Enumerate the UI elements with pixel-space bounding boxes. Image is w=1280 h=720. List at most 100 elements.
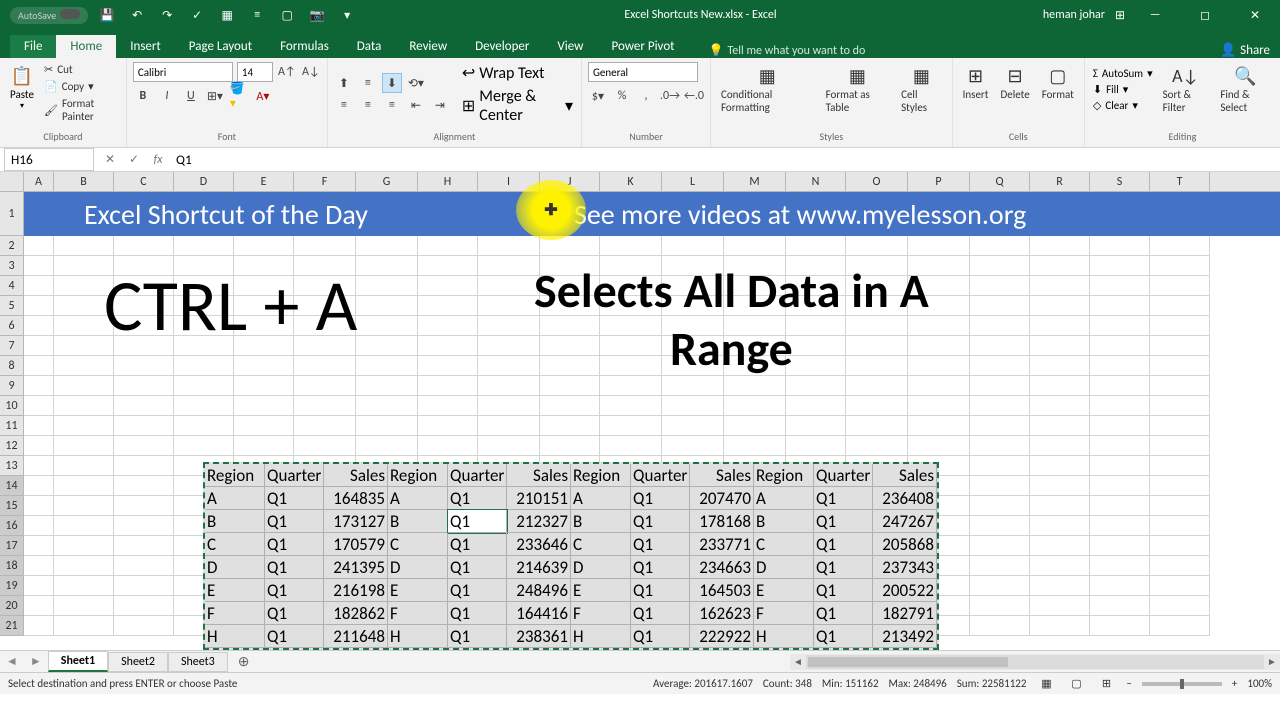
row-header[interactable]: 13 (0, 456, 24, 476)
scroll-thumb[interactable] (808, 657, 1008, 667)
redo-icon[interactable]: ↷ (160, 8, 174, 22)
tab-formulas[interactable]: Formulas (266, 35, 343, 58)
col-header[interactable]: T (1150, 172, 1210, 192)
cells[interactable]: Excel Shortcut of the Day See more video… (24, 192, 1280, 650)
row-header[interactable]: 21 (0, 616, 24, 636)
comma-icon[interactable]: , (636, 86, 656, 106)
data-table-selection[interactable]: RegionQuarterSalesRegionQuarterSalesRegi… (203, 462, 939, 650)
row-header[interactable]: 12 (0, 436, 24, 456)
row-header[interactable]: 16 (0, 516, 24, 536)
sheet-nav-next[interactable]: ► (24, 654, 48, 669)
row-header[interactable]: 4 (0, 276, 24, 296)
align-middle-icon[interactable]: ≡ (358, 73, 378, 93)
zoom-slider[interactable] (1142, 682, 1222, 686)
col-header[interactable]: P (908, 172, 970, 192)
percent-icon[interactable]: % (612, 86, 632, 106)
zoom-level[interactable]: 100% (1247, 677, 1272, 690)
paste-button[interactable]: 📋 Paste▾ (6, 62, 38, 124)
fill-color-button[interactable]: 🪣▾ (229, 86, 249, 106)
close-button[interactable]: ✕ (1235, 0, 1275, 30)
col-header[interactable]: R (1030, 172, 1090, 192)
fill-button[interactable]: ⬇ Fill ▾ (1091, 82, 1155, 97)
autosum-button[interactable]: Σ AutoSum ▾ (1091, 66, 1155, 81)
format-painter-button[interactable]: 🖌 Format Painter (42, 96, 120, 124)
col-header[interactable]: Q (970, 172, 1030, 192)
orientation-icon[interactable]: ⟲▾ (406, 73, 426, 93)
align-left-icon[interactable]: ≡ (334, 95, 354, 115)
tab-developer[interactable]: Developer (461, 35, 543, 58)
align-center-icon[interactable]: ≡ (358, 95, 378, 115)
horizontal-scrollbar[interactable]: ◄ ► (790, 654, 1280, 670)
col-header[interactable]: S (1090, 172, 1150, 192)
format-cells-button[interactable]: ▢Format (1038, 62, 1078, 103)
undo-icon[interactable]: ↶ (130, 8, 144, 22)
row-header[interactable]: 15 (0, 496, 24, 516)
qat-icon[interactable]: ≡ (250, 8, 264, 22)
tell-me-search[interactable]: 💡 Tell me what you want to do (709, 43, 866, 58)
row-header[interactable]: 10 (0, 396, 24, 416)
zoom-out-button[interactable]: − (1126, 677, 1131, 690)
row-header[interactable]: 9 (0, 376, 24, 396)
tab-home[interactable]: Home (56, 35, 116, 58)
minimize-button[interactable]: — (1135, 0, 1175, 30)
col-header[interactable]: O (846, 172, 908, 192)
col-header[interactable]: M (724, 172, 786, 192)
col-header[interactable]: B (54, 172, 114, 192)
bold-button[interactable]: B (133, 86, 153, 106)
ribbon-display-icon[interactable]: ⊞ (1115, 8, 1125, 23)
cancel-formula-icon[interactable]: ✕ (98, 152, 122, 167)
share-button[interactable]: 👤 Share (1220, 43, 1270, 58)
select-all-corner[interactable] (0, 172, 24, 192)
row-header[interactable]: 17 (0, 536, 24, 556)
wrap-text-button[interactable]: ↩ Wrap Text (460, 62, 575, 84)
clear-button[interactable]: ◇ Clear ▾ (1091, 98, 1155, 113)
decrease-indent-icon[interactable]: ⇤ (406, 95, 426, 115)
sheet-nav-prev[interactable]: ◄ (0, 654, 24, 669)
align-bottom-icon[interactable]: ⬇ (382, 73, 402, 93)
row-header[interactable]: 2 (0, 236, 24, 256)
decrease-decimal-icon[interactable]: ←.0 (684, 86, 704, 106)
italic-button[interactable]: I (157, 86, 177, 106)
insert-cells-button[interactable]: ⊞Insert (959, 62, 993, 103)
borders-button[interactable]: ⊞▾ (205, 86, 225, 106)
row-header[interactable]: 11 (0, 416, 24, 436)
col-header[interactable]: F (294, 172, 356, 192)
row-header[interactable]: 8 (0, 356, 24, 376)
align-right-icon[interactable]: ≡ (382, 95, 402, 115)
autosave-toggle[interactable]: AutoSave (10, 7, 88, 24)
tab-review[interactable]: Review (395, 35, 461, 58)
col-header[interactable]: H (418, 172, 478, 192)
qat-icon[interactable]: ▦ (220, 8, 234, 22)
maximize-button[interactable]: ◻ (1185, 0, 1225, 30)
conditional-formatting-button[interactable]: ▦Conditional Formatting (717, 62, 818, 116)
page-layout-view-icon[interactable]: ▢ (1066, 676, 1086, 692)
zoom-in-button[interactable]: + (1232, 677, 1237, 690)
row-header[interactable]: 1 (0, 192, 24, 236)
col-header[interactable]: D (174, 172, 234, 192)
col-header[interactable]: G (356, 172, 418, 192)
col-header[interactable]: K (600, 172, 662, 192)
align-top-icon[interactable]: ⬆ (334, 73, 354, 93)
col-header[interactable]: E (234, 172, 294, 192)
row-header[interactable]: 14 (0, 476, 24, 496)
row-header[interactable]: 7 (0, 336, 24, 356)
font-name-select[interactable] (133, 62, 233, 82)
font-color-button[interactable]: A▾ (253, 86, 273, 106)
qat-icon[interactable]: ▢ (280, 8, 294, 22)
sheet-tab-2[interactable]: Sheet2 (108, 652, 168, 672)
camera-icon[interactable]: 📷 (310, 8, 324, 22)
delete-cells-button[interactable]: ⊟Delete (996, 62, 1033, 103)
decrease-font-icon[interactable]: A↓ (301, 62, 321, 82)
enter-formula-icon[interactable]: ✓ (122, 152, 146, 167)
cut-button[interactable]: ✂ Cut (42, 62, 120, 77)
row-header[interactable]: 18 (0, 556, 24, 576)
copy-button[interactable]: 📄 Copy ▾ (42, 79, 120, 94)
col-header[interactable]: C (114, 172, 174, 192)
increase-decimal-icon[interactable]: .0→ (660, 86, 680, 106)
merge-center-button[interactable]: ⊞ Merge & Center ▾ (460, 86, 575, 126)
user-name[interactable]: heman johar (1043, 8, 1105, 22)
tab-file[interactable]: File (10, 35, 56, 58)
sheet-tab-3[interactable]: Sheet3 (168, 652, 228, 672)
row-header[interactable]: 3 (0, 256, 24, 276)
font-size-select[interactable] (237, 62, 273, 82)
